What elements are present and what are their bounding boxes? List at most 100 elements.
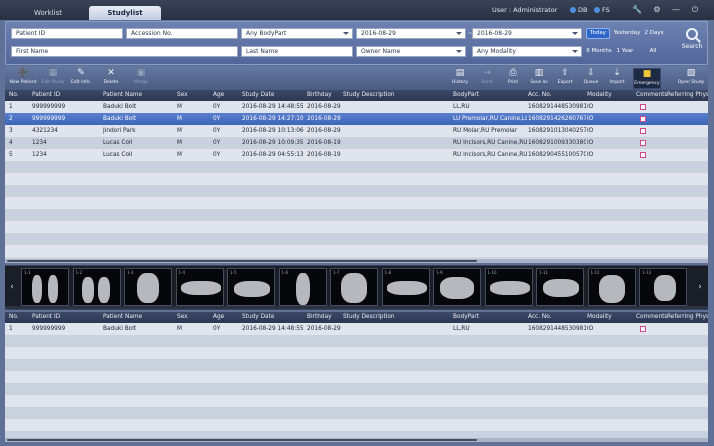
tools-icon[interactable]: 🔧 [632,5,642,15]
date-from-select[interactable]: 2016-08-29 [356,28,466,39]
column-header[interactable]: BodyPart [453,312,479,323]
comment-checkbox[interactable] [640,104,646,110]
edit-info-button[interactable]: ✎ Edit Info. [67,68,95,89]
xray-thumbnail[interactable]: 1-10 [484,268,533,306]
delete-button[interactable]: ✕ Delete [97,68,125,89]
xray-thumbnail[interactable]: 1-2 [72,268,121,306]
comment-checkbox[interactable] [640,152,646,158]
last-name-field[interactable]: Last Name [241,46,353,57]
column-header[interactable]: Sex [177,90,188,101]
column-header[interactable]: Birthday [307,312,332,323]
all-button[interactable]: All [645,46,661,57]
tab-studylist[interactable]: Studylist [89,6,161,20]
column-header[interactable]: Patient Name [103,90,142,101]
search-button[interactable]: Search [678,26,706,60]
xray-thumbnail[interactable]: 1-12 [587,268,636,306]
column-header[interactable]: Comments [636,312,667,323]
table-row[interactable] [5,245,708,257]
six-months-button[interactable]: 6 Months [586,46,612,57]
column-header[interactable]: BodyPart [453,90,479,101]
new-patient-button[interactable]: ➕ New Patient [9,68,37,89]
column-header[interactable]: Age [213,90,224,101]
table-row[interactable] [5,371,708,383]
column-header[interactable]: Acc. No. [528,90,552,101]
column-header[interactable]: Referring Phys [667,312,708,323]
today-button[interactable]: Today [586,28,610,39]
column-header[interactable]: Birthday [307,90,332,101]
table-row[interactable] [5,173,708,185]
column-header[interactable]: Study Date [242,312,274,323]
xray-thumbnail[interactable]: 1-8 [381,268,430,306]
column-header[interactable]: Modality [587,312,612,323]
table-row[interactable] [5,347,708,359]
table-row[interactable] [5,383,708,395]
table-row[interactable] [5,233,708,245]
xray-thumbnail[interactable]: 1-6 [278,268,327,306]
comment-checkbox[interactable] [640,116,646,122]
column-header[interactable]: Patient Name [103,312,142,323]
owner-name-select[interactable]: Owner Name [356,46,466,57]
one-year-button[interactable]: 1 Year [615,46,635,57]
column-header[interactable]: Study Description [343,312,395,323]
table-row[interactable] [5,185,708,197]
table-row[interactable]: 1 999999999 Baduki Bolt M 0Y 2016-08-29 14:48… [5,101,708,113]
chevron-right-icon[interactable]: › [695,279,705,295]
comment-checkbox[interactable] [640,140,646,146]
merge-button[interactable]: ▣ Merge [127,68,155,89]
column-header[interactable]: Modality [587,90,612,101]
column-header[interactable]: Study Date [242,90,274,101]
thumbnail-scrollbar[interactable] [5,306,708,309]
xray-thumbnail[interactable]: 1-9 [433,268,481,306]
horizontal-scrollbar[interactable] [5,259,708,263]
column-header[interactable]: Acc. No. [528,312,552,323]
xray-thumbnail[interactable]: 1-13 [639,268,687,306]
column-header[interactable]: Patient ID [32,90,60,101]
column-header[interactable]: Referring Phys [667,90,708,101]
horizontal-scrollbar[interactable] [5,438,708,442]
xray-thumbnail[interactable]: 1-11 [536,268,584,306]
accession-field[interactable]: Accession No. [126,28,238,39]
scrollbar-thumb[interactable] [7,260,477,262]
table-row[interactable] [5,407,708,419]
minimize-icon[interactable]: — [671,5,681,15]
column-header[interactable]: Sex [177,312,188,323]
column-header[interactable]: Comments [636,90,667,101]
emergency-button[interactable]: ■ Emergency [633,68,661,89]
gear-icon[interactable]: ⚙ [652,5,662,15]
modality-select[interactable]: Any Modality [472,46,582,57]
table-row[interactable] [5,359,708,371]
column-header[interactable]: Patient ID [32,312,60,323]
xray-thumbnail[interactable]: 1-7 [330,268,378,306]
table-row[interactable]: 4 1234 Lucas Coll M 0Y 2016-08-29 10:09:35 201… [5,137,708,149]
tab-worklist[interactable]: Worklist [8,6,88,20]
table-row[interactable] [5,161,708,173]
comment-checkbox[interactable] [640,128,646,134]
first-name-field[interactable]: First Name [11,46,238,57]
column-header[interactable]: Study Description [343,90,395,101]
import-button[interactable]: ⇣ Import [603,68,631,89]
scrollbar-thumb[interactable] [7,439,477,441]
patient-id-field[interactable]: Patient ID [11,28,123,39]
table-row[interactable]: 5 1234 Lucas Coll M 0Y 2016-08-29 04:55:13 201… [5,149,708,161]
xray-thumbnail[interactable]: 1-3 [124,268,172,306]
date-to-select[interactable]: 2016-08-29 [472,28,582,39]
two-days-button[interactable]: 2 Days [643,28,665,39]
table-row[interactable] [5,221,708,233]
table-row[interactable] [5,209,708,221]
table-row[interactable]: 3 4321234 Jindori Park M 0Y 2016-08-29 10:13:… [5,125,708,137]
comment-checkbox[interactable] [640,326,646,332]
table-row[interactable] [5,395,708,407]
column-header[interactable]: No. [9,90,19,101]
column-header[interactable]: Age [213,312,224,323]
table-row[interactable]: 2 999999999 Baduki Bolt M 0Y 2016-08-29 14:27… [5,113,708,125]
yesterday-button[interactable]: Yesterday [612,28,642,39]
chevron-left-icon[interactable]: ‹ [7,279,17,295]
power-icon[interactable]: ⏻ [690,5,700,15]
xray-thumbnail[interactable]: 1-5 [227,268,275,306]
open-study-button[interactable]: ▧ Open Study [677,68,705,89]
bodypart-select[interactable]: Any BodyPart [241,28,353,39]
table-row[interactable] [5,335,708,347]
xray-thumbnail[interactable]: 1-4 [175,268,224,306]
column-header[interactable]: No. [9,312,19,323]
table-row[interactable] [5,419,708,431]
